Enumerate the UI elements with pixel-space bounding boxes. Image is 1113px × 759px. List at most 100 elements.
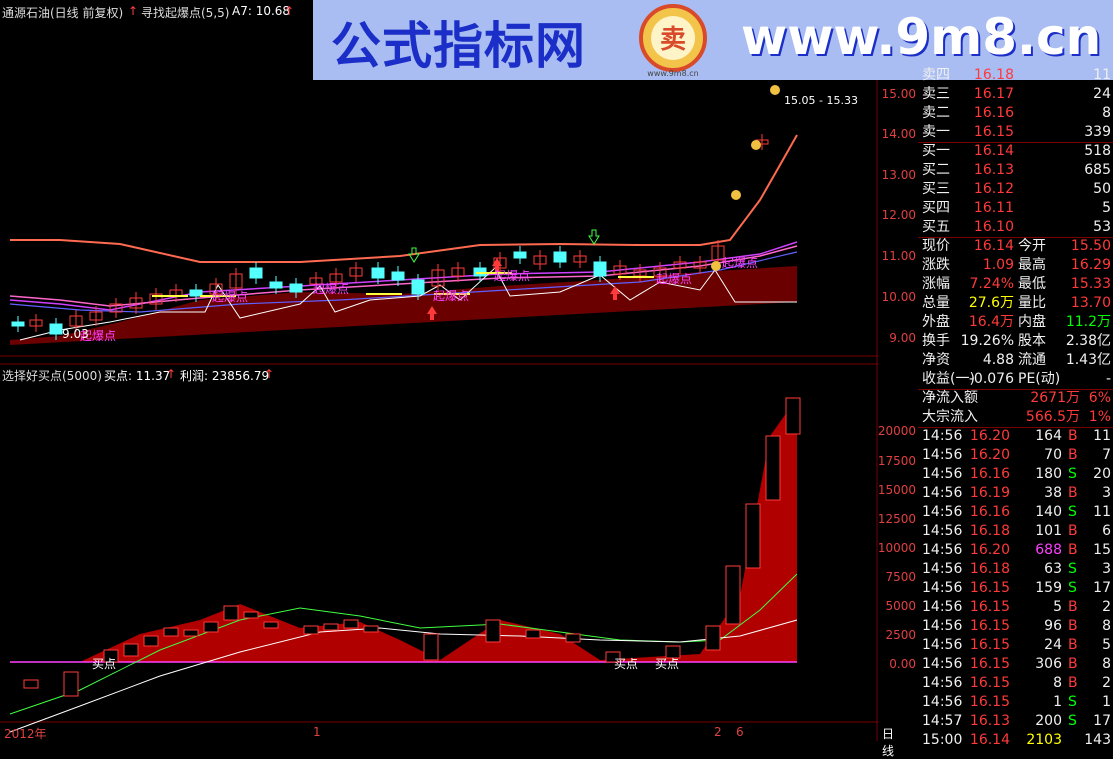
volume-bar [23, 679, 39, 689]
watermark-cn-text: 公式指标网 [331, 17, 586, 75]
ask-volume: 11 [1093, 67, 1111, 83]
ask-label: 卖二 [922, 105, 950, 121]
stat-value: 15.50 [1070, 238, 1111, 254]
tick-time: 14:56 [922, 485, 963, 501]
tick-row: 14:56 16.15 96 B 8 [918, 617, 1113, 636]
flow-value: 2671万 [1030, 390, 1080, 406]
tick-count: 15 [1093, 542, 1111, 558]
volume-tick: 17500 [877, 454, 916, 468]
tick-side: B [1068, 675, 1078, 691]
volume-bar [63, 671, 79, 697]
stat-value: 7.24% [969, 276, 1014, 292]
bid-label: 买一 [922, 143, 950, 159]
tick-price: 16.15 [969, 675, 1010, 691]
down-arrow-icon [588, 229, 600, 245]
bao-label: 起爆点 [433, 289, 470, 303]
tick-time: 14:56 [922, 466, 963, 482]
diamond-icon [751, 140, 761, 150]
period-label[interactable]: 日线 [882, 725, 894, 759]
tick-price: 16.20 [969, 542, 1010, 558]
upper-envelope-line [10, 134, 798, 263]
bid-label: 买四 [922, 200, 950, 216]
stat-row: 涨幅 7.24% 最低 15.33 [918, 275, 1113, 294]
volume-tick: 15000 [877, 483, 916, 497]
volume-area-fill [10, 398, 797, 662]
tick-count: 3 [1102, 485, 1111, 501]
stat-row: 涨跌 1.09 最高 16.29 [918, 256, 1113, 275]
x-axis-month: 6 [736, 725, 744, 739]
price-tick: 13.00 [881, 168, 916, 182]
ask-volume: 339 [1084, 124, 1111, 140]
block-inflow-row: 大宗流入 566.5万 1% [918, 408, 1113, 427]
volume-tick: 2500 [885, 628, 916, 642]
tick-side: B [1068, 656, 1078, 672]
volume-bar [263, 621, 279, 629]
tick-time: 14:56 [922, 542, 963, 558]
volume-bar [785, 397, 801, 435]
bao-label: 起爆点 [313, 282, 350, 296]
tick-volume: 38 [1044, 485, 1062, 501]
stat-value: 2.38亿 [1065, 333, 1111, 349]
tick-time: 14:57 [922, 713, 963, 729]
volume-ma-line [9, 619, 798, 733]
tick-side: S [1068, 713, 1077, 729]
tick-count: 6 [1102, 523, 1111, 539]
low-price-label: 9.03 [62, 327, 89, 341]
x-axis-month: 1 [313, 725, 321, 739]
stat-value: 1.43亿 [1065, 352, 1111, 368]
stat-value: 27.6万 [968, 295, 1014, 311]
price-tick: 15.00 [881, 87, 916, 101]
tick-volume: 8 [1053, 675, 1062, 691]
stat-key: 涨幅 [922, 276, 950, 292]
tick-row: 14:56 16.18 101 B 6 [918, 522, 1113, 541]
candle-body [289, 283, 303, 293]
buy-point-label: 买点 [655, 657, 680, 671]
volume-bar [143, 635, 159, 647]
tick-side: S [1068, 466, 1077, 482]
stat-value: 13.70 [1070, 295, 1111, 311]
stat-key: 股本 [1018, 333, 1046, 349]
candle-body [371, 267, 385, 279]
bid-volume: 53 [1093, 219, 1111, 235]
tick-count: 2 [1102, 599, 1111, 615]
candle-body [249, 267, 263, 279]
up-arrow-icon: ↑ [284, 4, 295, 18]
tick-time: 14:56 [922, 637, 963, 653]
stat-value: 16.4万 [968, 314, 1014, 330]
tick-row: 14:56 16.19 38 B 3 [918, 484, 1113, 503]
bao-label: 起爆点 [656, 272, 693, 286]
tick-volume: 159 [1035, 580, 1062, 596]
bao-label: 起爆点 [722, 256, 759, 270]
candle-body [391, 271, 405, 281]
stat-value: 15.33 [1070, 276, 1111, 292]
candle-body [513, 251, 527, 259]
chart-area[interactable]: 通源石油(日线 前复权) ↑ 寻找起爆点(5,5) A7: 10.68 ↑ 选择… [0, 0, 916, 758]
flow-value: 566.5万 [1025, 409, 1080, 425]
tick-price: 16.15 [969, 618, 1010, 634]
tick-count: 3 [1102, 561, 1111, 577]
tick-volume: 688 [1035, 542, 1062, 558]
flow-pct: 1% [1088, 409, 1111, 425]
tick-row: 14:56 16.15 1 S 1 [918, 693, 1113, 712]
bid-label: 买二 [922, 162, 950, 178]
buy-point-label: 买点 [614, 657, 639, 671]
tick-volume: 101 [1035, 523, 1062, 539]
tick-volume: 1 [1053, 694, 1062, 710]
stat-value: 4.88 [982, 352, 1014, 368]
tick-side: B [1068, 599, 1078, 615]
candle-body [269, 281, 283, 289]
ask-row: 卖三 16.17 24 [918, 85, 1113, 104]
profit-value: 利润: 23856.79 [180, 369, 270, 383]
buy-point-label: 买点 [92, 657, 117, 671]
quote-panel: 卖四 16.18 11 卖三 16.17 24 卖二 16.16 8 卖一 16.15 339 买一 16… [918, 67, 1113, 748]
diamond-icon [731, 190, 741, 200]
tick-side: S [1068, 694, 1077, 710]
stat-row: 总量 27.6万 量比 13.70 [918, 294, 1113, 313]
volume-bar [303, 625, 319, 635]
tick-count: 11 [1093, 504, 1111, 520]
bid-volume: 518 [1084, 143, 1111, 159]
tick-count: 5 [1102, 637, 1111, 653]
stat-row: 外盘 16.4万 内盘 11.2万 [918, 313, 1113, 332]
logo-sub: www.9m8.cn [647, 69, 698, 78]
diamond-icon [770, 85, 780, 95]
